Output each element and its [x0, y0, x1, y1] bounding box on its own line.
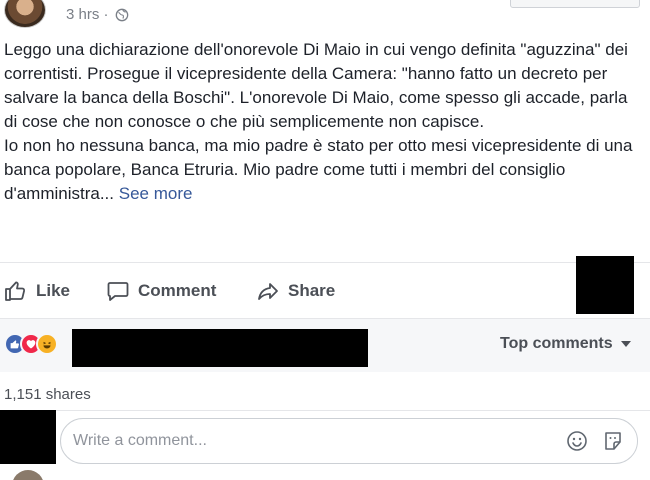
divider: [0, 410, 650, 411]
redaction-block: [72, 329, 368, 367]
author-avatar[interactable]: [4, 0, 46, 28]
thumbs-up-icon: [5, 281, 26, 301]
shares-count[interactable]: 1,151 shares: [4, 386, 91, 403]
post-paragraph-2: Io non ho nessuna banca, ma mio padre è …: [4, 134, 644, 206]
top-comments-label: Top comments: [500, 335, 613, 352]
post-options-button[interactable]: [510, 0, 640, 8]
reaction-icons[interactable]: [4, 333, 58, 355]
reactions-bar: Top comments: [0, 318, 650, 372]
share-arrow-icon: [258, 283, 278, 300]
post-meta: 3 hrs ·: [66, 6, 129, 23]
top-comments-dropdown[interactable]: Top comments: [500, 335, 631, 353]
comment-input[interactable]: [73, 429, 553, 453]
comment-button[interactable]: Comment: [106, 279, 216, 303]
next-comment-partial: [0, 468, 650, 480]
post-action-bar: Like Comment Share: [0, 262, 650, 318]
post-paragraph-2-text: Io non ho nessuna banca, ma mio padre è …: [4, 136, 633, 203]
share-button[interactable]: Share: [256, 279, 335, 303]
haha-reaction-icon: [36, 333, 58, 355]
see-more-link[interactable]: See more: [119, 184, 193, 203]
share-label: Share: [288, 281, 336, 300]
like-button[interactable]: Like: [4, 279, 70, 303]
commenter-avatar: [12, 470, 44, 480]
chevron-down-icon: [620, 341, 631, 347]
redaction-block: [0, 410, 56, 464]
comment-box[interactable]: [60, 418, 638, 464]
globe-icon: [115, 8, 128, 21]
comment-label: Comment: [138, 281, 217, 300]
sticker-icon[interactable]: [601, 429, 625, 453]
post-paragraph-1: Leggo una dichiarazione dell'onorevole D…: [4, 40, 628, 131]
emoji-icon[interactable]: [565, 429, 589, 453]
redaction-block: [576, 256, 634, 314]
post-header: 3 hrs ·: [0, 0, 650, 36]
speech-bubble-icon: [107, 282, 129, 301]
post-timestamp[interactable]: 3 hrs ·: [66, 6, 109, 23]
post-body: Leggo una dichiarazione dell'onorevole D…: [4, 38, 644, 206]
like-label: Like: [36, 281, 71, 300]
